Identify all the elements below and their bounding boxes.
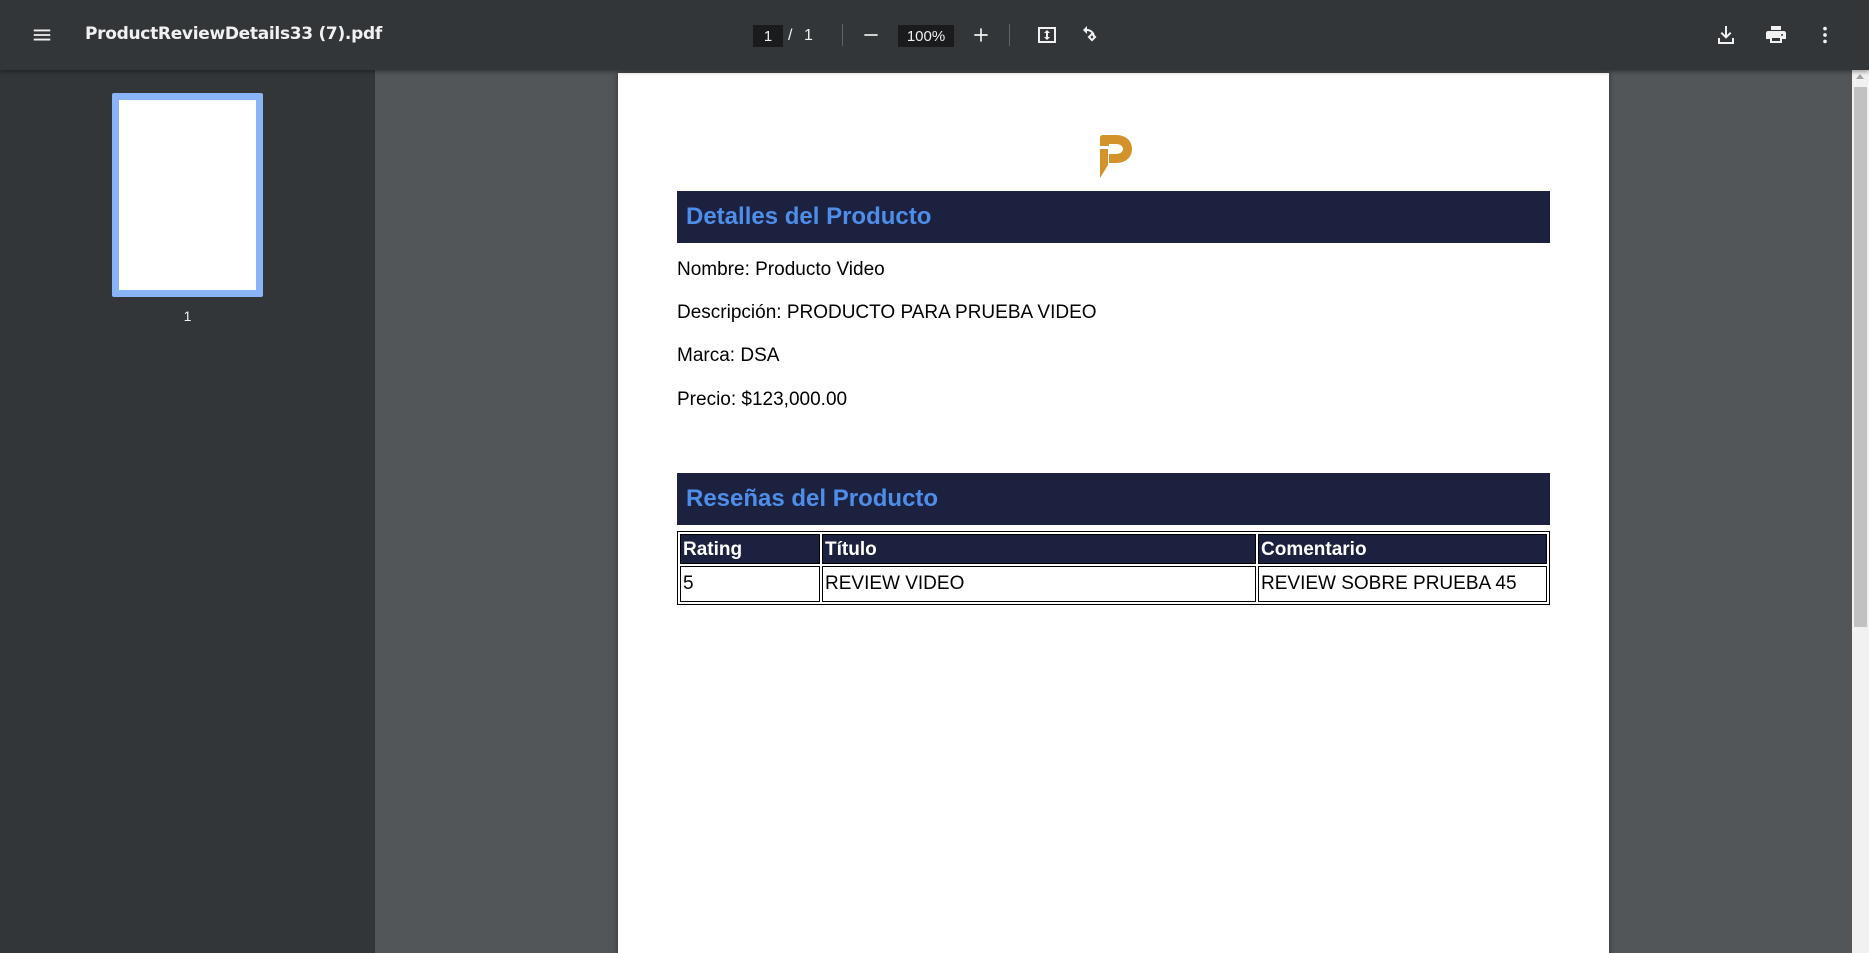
pdf-page: Detalles del Producto Nombre: Producto V… bbox=[618, 73, 1609, 953]
table-row: 5 REVIEW VIDEO REVIEW SOBRE PRUEBA 45 bbox=[680, 566, 1547, 602]
more-options-icon bbox=[1823, 26, 1827, 44]
document-viewer: Detalles del Producto Nombre: Producto V… bbox=[375, 70, 1852, 953]
menu-icon bbox=[33, 29, 51, 41]
download-icon bbox=[1718, 26, 1734, 44]
product-brand: Marca: DSA bbox=[677, 345, 780, 366]
print-button[interactable] bbox=[1756, 15, 1796, 55]
scrollbar-thumb[interactable] bbox=[1854, 87, 1867, 627]
page-number-input[interactable] bbox=[753, 25, 783, 47]
document-title: ProductReviewDetails33 (7).pdf bbox=[85, 24, 382, 44]
thumbnail-sidebar: 1 bbox=[0, 70, 375, 953]
table-header-row: Rating Título Comentario bbox=[680, 534, 1547, 564]
review-rating: 5 bbox=[680, 566, 820, 602]
review-title: REVIEW VIDEO bbox=[822, 566, 1256, 602]
review-comment: REVIEW SOBRE PRUEBA 45 bbox=[1258, 566, 1547, 602]
zoom-out-button[interactable] bbox=[851, 15, 891, 55]
more-options-button[interactable] bbox=[1805, 15, 1845, 55]
page-thumbnail[interactable] bbox=[112, 93, 263, 297]
zoom-in-icon bbox=[974, 28, 988, 42]
brand-p-logo bbox=[1100, 135, 1132, 178]
print-icon bbox=[1766, 26, 1786, 43]
pdf-toolbar: ProductReviewDetails33 (7).pdf / 1 bbox=[0, 0, 1869, 70]
reviews-table: Rating Título Comentario 5 REVIEW VIDEO … bbox=[677, 531, 1550, 605]
thumbnail-label: 1 bbox=[183, 308, 192, 324]
product-description: Descripción: PRODUCTO PARA PRUEBA VIDEO bbox=[677, 302, 1097, 323]
zoom-input[interactable] bbox=[898, 25, 954, 47]
vertical-scrollbar[interactable] bbox=[1852, 70, 1869, 953]
rotate-button[interactable] bbox=[1072, 15, 1112, 55]
zoom-in-button[interactable] bbox=[961, 15, 1001, 55]
column-header-rating: Rating bbox=[680, 534, 820, 564]
rotate-icon bbox=[1083, 26, 1097, 42]
toolbar-divider bbox=[842, 24, 843, 46]
page-total: 1 bbox=[804, 27, 813, 44]
scroll-up-arrow-icon[interactable] bbox=[1856, 74, 1864, 79]
column-header-comment: Comentario bbox=[1258, 534, 1547, 564]
toolbar-divider bbox=[1009, 24, 1010, 46]
product-name: Nombre: Producto Video bbox=[677, 259, 885, 280]
fit-to-page-button[interactable] bbox=[1027, 15, 1067, 55]
details-heading: Detalles del Producto bbox=[677, 191, 1550, 243]
reviews-heading: Reseñas del Producto bbox=[677, 473, 1550, 525]
column-header-title: Título bbox=[822, 534, 1256, 564]
zoom-out-icon bbox=[864, 34, 878, 36]
fit-to-page-icon bbox=[1038, 27, 1056, 43]
menu-button[interactable] bbox=[22, 15, 62, 55]
product-price: Precio: $123,000.00 bbox=[677, 389, 848, 410]
download-button[interactable] bbox=[1706, 15, 1746, 55]
page-separator: / bbox=[788, 27, 793, 44]
